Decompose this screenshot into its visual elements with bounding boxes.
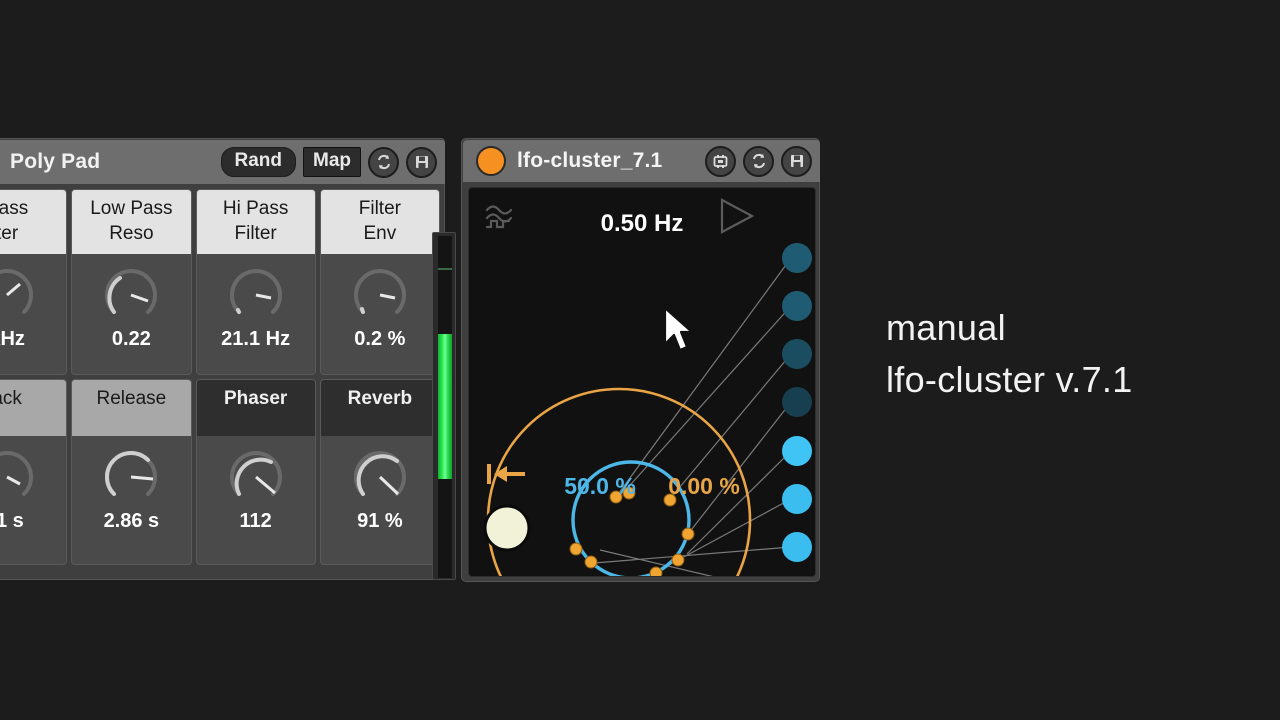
knob-dial[interactable]	[225, 446, 287, 508]
lfo-visualizer-screen[interactable]: 0.50 Hz 50.0 % 0.00 %	[468, 187, 816, 577]
knob-label: Release	[72, 380, 191, 436]
knob-label-line1: Filter	[358, 198, 401, 219]
lfo-device-header: lfo-cluster_7.1	[463, 140, 820, 182]
video-caption: manual lfo-cluster v.7.1	[886, 302, 1133, 406]
knob-cell[interactable]: Hi Pass Filter 21.1 Hz	[195, 189, 316, 375]
knob-body[interactable]: 0.22	[72, 254, 191, 374]
lfo-header-buttons	[705, 140, 812, 182]
lfo-output-dots	[782, 243, 812, 562]
knob-body[interactable]: 0.2 %	[320, 254, 439, 374]
knob-body[interactable]: 21.1 Hz	[196, 254, 315, 374]
reload-icon[interactable]	[368, 146, 399, 178]
knob-value: 2.86 s	[103, 510, 160, 532]
level-meter-fill	[438, 334, 452, 479]
knob-label-line1: Release	[96, 388, 167, 409]
rand-button[interactable]: Rand	[220, 147, 296, 177]
knob-label-line2: Reso	[109, 223, 154, 244]
knob-label-line1: Hi Pass	[222, 198, 289, 219]
knob-body[interactable]: .1 s	[0, 436, 67, 564]
knob-cell[interactable]: Release 2.86 s	[71, 379, 192, 565]
modulation-connection-lines	[593, 257, 792, 576]
knob-label: Phaser	[196, 380, 315, 436]
knob-value: 112	[239, 510, 272, 532]
knob-body[interactable]: 112	[196, 436, 315, 564]
instrument-panel-header: Poly Pad Rand Map	[0, 140, 445, 184]
lfo-offset-value[interactable]: 0.00 %	[649, 473, 759, 500]
lfo-cluster-graph[interactable]	[469, 188, 815, 576]
knob-label-line1: Reverb	[347, 388, 413, 409]
knob-body[interactable]: kHz	[0, 254, 67, 374]
knob-body[interactable]: 2.86 s	[72, 436, 191, 564]
lfo-cluster-device: lfo-cluster_7.1 0.50 Hz 50.0 % 0.00 %	[461, 138, 820, 582]
knob-dial[interactable]	[100, 264, 162, 326]
output-dot[interactable]	[782, 532, 812, 562]
node-dot	[649, 566, 663, 576]
lfo-depth-value[interactable]: 50.0 %	[545, 473, 655, 500]
device-enable-led[interactable]	[476, 146, 506, 176]
knob-cell[interactable]: Phaser 112	[195, 379, 316, 565]
caption-line-2: lfo-cluster v.7.1	[886, 359, 1133, 400]
reload-icon[interactable]	[743, 145, 774, 177]
output-dot[interactable]	[782, 243, 812, 273]
knob-cell[interactable]: Filter Env 0.2 %	[319, 189, 440, 375]
knob-value: 0.2 %	[354, 328, 406, 350]
level-meter-tick	[438, 268, 452, 270]
knob-label-line1: Pass	[0, 198, 29, 219]
lfo-device-title: lfo-cluster_7.1	[517, 149, 663, 172]
knob-dial[interactable]	[349, 446, 411, 508]
instrument-panel-header-buttons: Rand Map	[220, 140, 437, 184]
knob-label-line1: ack	[0, 388, 22, 409]
node-dot	[681, 527, 695, 541]
output-dot[interactable]	[782, 291, 812, 321]
knob-label-line1: Low Pass	[90, 198, 173, 219]
knob-label: Hi Pass Filter	[196, 190, 315, 254]
phase-knob[interactable]	[483, 504, 531, 552]
output-dot[interactable]	[782, 387, 812, 417]
knob-label: Filter Env	[320, 190, 439, 254]
knob-value: 91 %	[357, 510, 403, 532]
play-triangle-icon	[720, 198, 755, 234]
node-dot	[569, 542, 583, 556]
knob-dial[interactable]	[0, 264, 38, 326]
knob-dial[interactable]	[225, 264, 287, 326]
knob-value: .1 s	[0, 510, 24, 532]
output-dot[interactable]	[782, 436, 812, 466]
knob-dial[interactable]	[100, 446, 162, 508]
knob-dial[interactable]	[0, 446, 38, 508]
knob-value: 0.22	[111, 328, 151, 350]
instrument-panel-title: Poly Pad	[10, 150, 101, 173]
output-level-meter	[432, 232, 456, 580]
knob-value: kHz	[0, 328, 25, 350]
knob-value: 21.1 Hz	[221, 328, 291, 350]
macro-knob-grid: Pass ter kHz Low Pass Reso	[0, 189, 440, 565]
save-icon[interactable]	[406, 146, 437, 178]
caption-line-1: manual	[886, 307, 1006, 348]
knob-label-line2: Env	[363, 223, 397, 244]
node-dot	[671, 553, 685, 567]
knob-label-line1: Phaser	[223, 388, 288, 409]
knob-cell[interactable]: Low Pass Reso 0.22	[71, 189, 192, 375]
save-icon[interactable]	[781, 145, 812, 177]
map-button[interactable]: Map	[303, 147, 361, 177]
node-dot	[584, 555, 598, 569]
knob-body[interactable]: 91 %	[320, 436, 439, 564]
knob-label: Low Pass Reso	[72, 190, 191, 254]
knob-label: Reverb	[320, 380, 439, 436]
knob-cell[interactable]: Pass ter kHz	[0, 189, 68, 375]
lfo-node-dots	[569, 486, 695, 576]
multi-wave-icon	[485, 205, 513, 229]
output-dot[interactable]	[782, 339, 812, 369]
knob-dial[interactable]	[349, 264, 411, 326]
knob-cell[interactable]: Reverb 91 %	[319, 379, 440, 565]
instrument-device-panel: Poly Pad Rand Map Pass ter	[0, 138, 445, 580]
knob-label-line2: ter	[0, 223, 19, 244]
device-view-icon[interactable]	[705, 145, 736, 177]
knob-label-line2: Filter	[234, 223, 277, 244]
knob-cell[interactable]: ack .1 s	[0, 379, 68, 565]
knob-label: Pass ter	[0, 190, 67, 254]
output-dot[interactable]	[782, 484, 812, 514]
knob-label: ack	[0, 380, 67, 436]
